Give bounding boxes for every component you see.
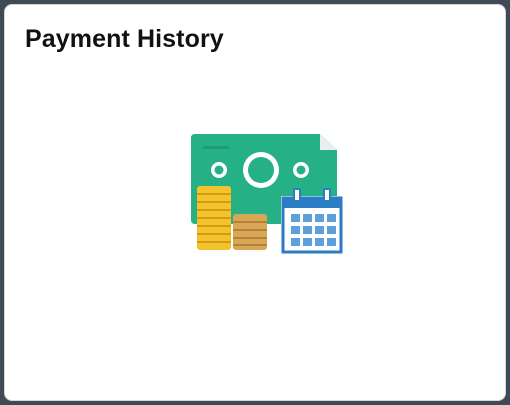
- calendar-icon: [281, 188, 343, 254]
- bronze-coin-stack-icon: [233, 214, 267, 250]
- payment-history-icon: [191, 134, 343, 254]
- gold-coin-stack-icon: [197, 186, 231, 250]
- tile-title: Payment History: [25, 25, 224, 53]
- payment-history-tile[interactable]: Payment History: [4, 4, 506, 401]
